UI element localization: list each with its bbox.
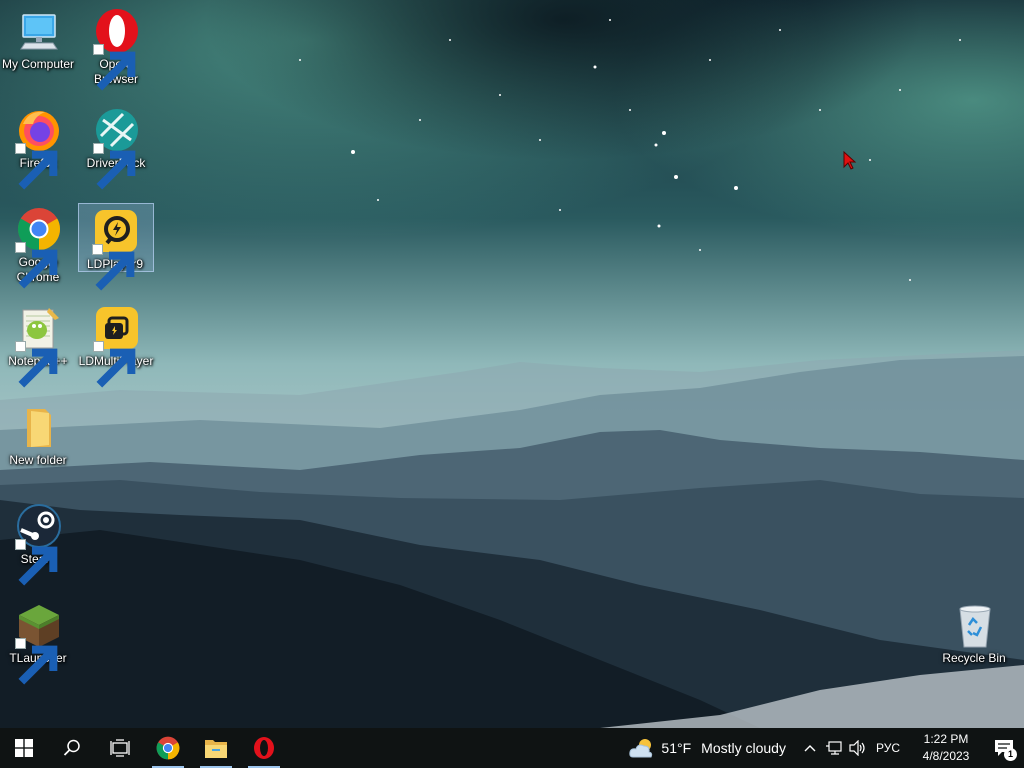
desktop-icon-new-folder[interactable]: New folder [1, 400, 77, 494]
desktop-icon-google-chrome[interactable]: Google Chrome [1, 202, 77, 296]
network-button[interactable] [822, 728, 846, 768]
shortcut-arrow-icon [15, 638, 58, 685]
windows-logo-icon [15, 739, 33, 757]
shortcut-arrow-icon [93, 143, 136, 190]
weather-condition: Mostly cloudy [701, 740, 786, 756]
taskbar-app-file-explorer[interactable] [192, 728, 240, 768]
taskbar: 51°F Mostly cloudy РУС 1:22 PM 4/8/2023 [0, 728, 1024, 768]
partly-cloudy-icon [629, 739, 653, 758]
desktop-icon-driverpack[interactable]: DriverPack [79, 103, 155, 197]
taskbar-app-opera[interactable] [240, 728, 288, 768]
computer-icon [20, 14, 58, 50]
desktop-icon-ldplayer9[interactable]: LDPlayer9 [78, 203, 154, 291]
opera-icon [254, 737, 274, 759]
desktop-icon-steam[interactable]: Steam [1, 499, 77, 593]
network-icon [825, 741, 842, 755]
desktop-icon-tlauncher[interactable]: TLauncher [1, 598, 77, 692]
desktop-icon-my-computer[interactable]: My Computer [1, 4, 77, 98]
recycle-bin-icon [959, 605, 991, 648]
desktop-icon-notepadpp[interactable]: Notepad++ [1, 301, 77, 395]
input-language-indicator[interactable]: РУС [876, 741, 900, 755]
shortcut-arrow-icon [15, 143, 58, 190]
clock-date: 4/8/2023 [922, 749, 970, 763]
notification-count-badge: 1 [1004, 748, 1017, 761]
desktop-icon-opera-browser[interactable]: Opera Browser [79, 4, 155, 98]
desktop-icon-firefox[interactable]: Firefox [1, 103, 77, 197]
taskbar-app-chrome[interactable] [144, 728, 192, 768]
task-view-button[interactable] [96, 728, 144, 768]
weather-temperature: 51°F [661, 740, 692, 756]
weather-widget[interactable]: 51°F Mostly cloudy [629, 737, 786, 759]
speaker-icon [849, 740, 865, 756]
clock[interactable]: 1:22 PM 4/8/2023 [908, 731, 984, 765]
shortcut-arrow-icon [93, 44, 136, 91]
shortcut-arrow-icon [92, 244, 135, 291]
action-center-button[interactable]: 1 [984, 728, 1024, 768]
folder-icon [27, 409, 51, 447]
shortcut-arrow-icon [93, 341, 136, 388]
chrome-icon [156, 736, 180, 760]
shortcut-arrow-icon [15, 539, 58, 586]
file-explorer-icon [205, 740, 227, 758]
clock-time: 1:22 PM [923, 732, 969, 746]
shortcut-arrow-icon [15, 341, 58, 388]
mouse-cursor-icon [843, 151, 857, 170]
show-hidden-icons-button[interactable] [798, 728, 822, 768]
desktop-icon-recycle-bin[interactable]: Recycle Bin [937, 598, 1013, 692]
volume-button[interactable] [846, 728, 870, 768]
system-tray: 51°F Mostly cloudy РУС 1:22 PM 4/8/2023 [629, 728, 1024, 768]
search-button[interactable] [48, 728, 96, 768]
task-view-icon [110, 739, 130, 757]
start-button[interactable] [0, 728, 48, 768]
search-icon [63, 739, 80, 756]
shortcut-arrow-icon [15, 242, 58, 289]
chevron-up-icon [804, 745, 816, 752]
desktop-icon-ldmultiplayer[interactable]: LDMultiPlayer [79, 301, 155, 395]
